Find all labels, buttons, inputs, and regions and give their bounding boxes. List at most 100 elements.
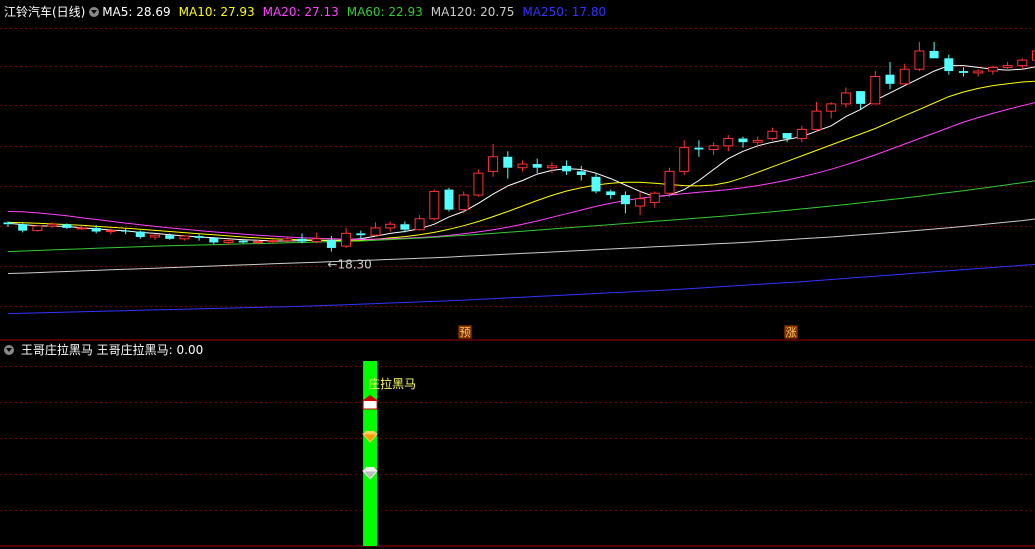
candle-body (179, 235, 190, 240)
candle-body (91, 227, 101, 232)
candlestick (929, 41, 939, 59)
candlestick (811, 102, 822, 132)
candlestick (517, 160, 528, 172)
candlestick (840, 87, 851, 108)
candle-body (606, 191, 616, 196)
ma-legend-item: MA20: 27.13 (262, 5, 339, 19)
candlestick (944, 54, 954, 75)
stock-chart[interactable]: 29.88←18.30预涨庄拉黑马 (0, 0, 1035, 549)
low-price-label: ←18.30 (327, 258, 371, 272)
candle-body (576, 171, 586, 175)
ma-line-ma60 (7, 180, 1035, 253)
candlestick (606, 189, 616, 199)
candlestick (796, 125, 807, 143)
candle-body (973, 70, 984, 74)
candle-body (782, 133, 792, 139)
candle-body (694, 147, 704, 150)
candle-body (121, 230, 131, 232)
candlestick (341, 227, 352, 248)
candle-body (752, 139, 763, 143)
ma-legend-item: MA250: 17.80 (522, 5, 607, 19)
indicator-value: 王哥庄拉黑马: 0.00 (96, 343, 204, 357)
candlestick (488, 144, 499, 177)
candle-body (356, 233, 366, 236)
candlestick (194, 234, 204, 241)
candle-body (3, 222, 13, 225)
candlestick (679, 140, 690, 175)
candle-body (488, 156, 499, 172)
candle-body (546, 165, 557, 169)
candle-body (1002, 65, 1013, 68)
candle-body (400, 224, 410, 230)
ma-line-ma120 (7, 218, 1035, 274)
candlestick (826, 102, 837, 119)
stock-title: 江铃汽车(日线) (4, 5, 86, 19)
candle-body (370, 227, 381, 236)
candlestick (385, 221, 396, 232)
candle-body (899, 68, 910, 85)
candle-body (252, 241, 263, 244)
candle-body (135, 231, 145, 237)
marker-yu-text: 预 (460, 326, 471, 339)
candlestick (987, 65, 998, 75)
candlestick (708, 142, 719, 155)
candle-body (62, 224, 72, 228)
candlestick (959, 67, 968, 77)
candle-body (723, 138, 734, 147)
candle-body (282, 238, 293, 242)
candle-body (811, 110, 822, 130)
candle-body (458, 194, 469, 211)
candle-body (664, 170, 675, 194)
candle-body (47, 223, 58, 227)
candlestick (209, 237, 219, 245)
candlestick (664, 167, 675, 197)
candlestick (620, 191, 630, 214)
candle-body (826, 103, 837, 112)
candle-body (385, 223, 396, 229)
ma-legend-item: MA5: 28.69 (102, 5, 171, 19)
candle-body (311, 238, 322, 243)
candle-body (856, 91, 866, 104)
candlestick (856, 91, 866, 110)
candle-body (532, 164, 542, 168)
candlestick (458, 191, 469, 214)
candlestick (76, 226, 87, 230)
candlestick (444, 187, 454, 212)
candle-body (223, 240, 234, 243)
candle-body (885, 74, 895, 84)
candle-body (987, 66, 998, 72)
candlestick (591, 173, 601, 194)
ma-legend-item: MA10: 27.93 (178, 5, 255, 19)
candlestick (223, 238, 234, 245)
candle-body (165, 235, 175, 239)
candle-body (738, 138, 748, 143)
ma-legend-item: MA120: 20.75 (430, 5, 515, 19)
candle-body (870, 76, 881, 105)
candle-body (326, 239, 336, 248)
candle-body (150, 234, 160, 238)
candle-body (1017, 59, 1028, 67)
house-icon-body (362, 399, 378, 410)
candlestick (503, 151, 513, 179)
ma-legend-item: MA60: 22.93 (346, 5, 423, 19)
candlestick (649, 191, 660, 208)
candle-body (562, 165, 572, 172)
ma-line-ma250 (7, 264, 1035, 315)
collapse-arrow-icon[interactable] (89, 7, 100, 17)
candlestick (694, 140, 704, 157)
candlestick (870, 71, 881, 105)
candle-body (929, 51, 939, 59)
candle-body (414, 218, 425, 231)
candlestick (370, 222, 381, 237)
candle-body (517, 163, 528, 169)
candle-body (32, 225, 43, 232)
candlestick (356, 230, 366, 239)
candlestick (782, 133, 792, 143)
candle-body (591, 176, 601, 192)
candle-body (238, 240, 248, 243)
candle-body (473, 172, 484, 196)
candle-body (18, 224, 28, 231)
candlestick (135, 230, 145, 239)
collapse-arrow-icon[interactable] (4, 345, 14, 355)
candle-body (767, 130, 778, 140)
